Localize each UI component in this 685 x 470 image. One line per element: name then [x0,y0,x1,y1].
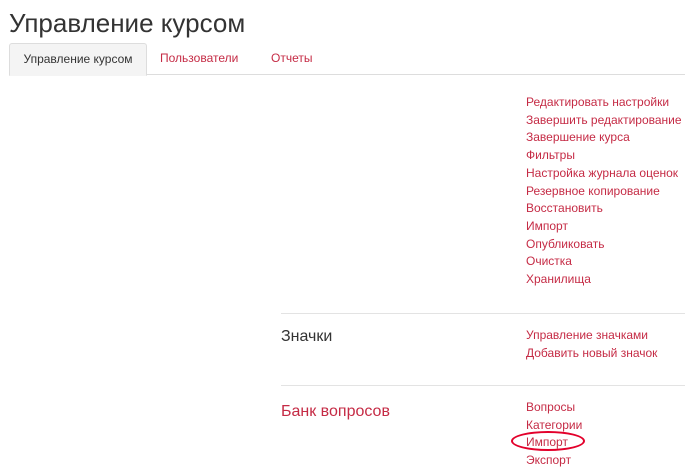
link-categories[interactable]: Категории [526,417,582,435]
tab-course-management[interactable]: Управление курсом [9,43,147,76]
link-manage-badges[interactable]: Управление значками [526,327,657,345]
link-course-completion[interactable]: Завершение курса [526,129,682,147]
link-gradebook-setup[interactable]: Настройка журнала оценок [526,165,682,183]
question-bank-heading[interactable]: Банк вопросов [281,402,390,422]
link-question-export[interactable]: Экспорт [526,452,582,470]
tab-bar: Управление курсом Пользователи Отчеты [9,43,685,76]
link-turn-editing-off[interactable]: Завершить редактирование [526,112,682,130]
link-add-new-badge[interactable]: Добавить новый значок [526,345,657,363]
badges-heading: Значки [281,328,333,345]
badges-links: Управление значками Добавить новый значо… [526,327,657,362]
link-import[interactable]: Импорт [526,218,682,236]
link-questions[interactable]: Вопросы [526,399,582,417]
link-question-import[interactable]: Импорт [526,434,582,452]
link-reset[interactable]: Очистка [526,253,682,271]
section-divider [281,385,685,386]
section-divider [281,313,685,314]
link-filters[interactable]: Фильтры [526,147,682,165]
page-title: Управление курсом [9,8,246,38]
link-restore[interactable]: Восстановить [526,200,682,218]
link-repositories[interactable]: Хранилища [526,271,682,289]
course-admin-links: Редактировать настройки Завершить редакт… [526,94,682,289]
tab-users[interactable]: Пользователи [160,43,238,74]
question-bank-links: Вопросы Категории Импорт Экспорт [526,399,582,470]
link-edit-settings[interactable]: Редактировать настройки [526,94,682,112]
link-backup[interactable]: Резервное копирование [526,183,682,201]
link-publish[interactable]: Опубликовать [526,236,682,254]
tab-reports[interactable]: Отчеты [271,43,312,74]
